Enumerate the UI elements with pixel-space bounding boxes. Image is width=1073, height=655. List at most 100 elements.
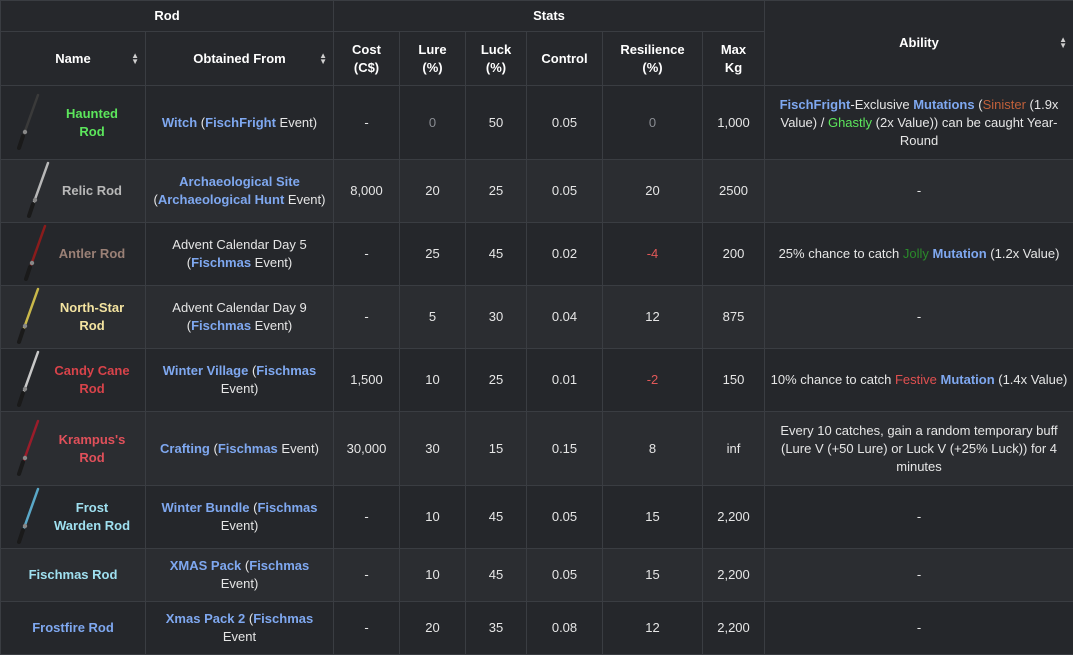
column-label-ability: Ability: [899, 35, 939, 50]
wiki-link[interactable]: Winter Bundle: [162, 500, 250, 515]
text-fragment: Event: [223, 629, 256, 644]
cell-cost: -: [334, 223, 400, 286]
cell-cost: -: [334, 602, 400, 655]
column-label-resilience: Resilience (%): [618, 41, 688, 77]
wiki-link[interactable]: Fischmas: [256, 363, 316, 378]
cell-lure: 10: [400, 486, 466, 549]
text-fragment: (1.2x Value): [987, 246, 1060, 261]
rod-name-link[interactable]: Relic Rod: [62, 182, 122, 200]
text-fragment: Event): [221, 518, 259, 533]
wiki-link[interactable]: Fischmas: [218, 441, 278, 456]
column-label-cost: Cost (C$): [347, 41, 387, 77]
cell-control: 0.05: [527, 160, 603, 223]
text-fragment: Event): [276, 115, 317, 130]
cell-resilience: 20: [603, 160, 703, 223]
cell-resilience: 15: [603, 549, 703, 602]
column-header-maxkg[interactable]: Max Kg: [703, 32, 765, 86]
cell-luck: 30: [466, 286, 527, 349]
column-header-obtained[interactable]: Obtained From▲▼: [146, 32, 334, 86]
cell-name: Haunted Rod: [1, 86, 146, 160]
cell-cost: -: [334, 486, 400, 549]
rods-table: Rod Stats Ability▲▼ Name▲▼ Obtained From…: [0, 0, 1073, 655]
cell-obtained: Witch (FischFright Event): [146, 86, 334, 160]
rod-name-link[interactable]: Frostfire Rod: [32, 619, 114, 637]
text-fragment: -: [917, 620, 921, 635]
cell-control: 0.05: [527, 86, 603, 160]
wiki-link[interactable]: XMAS Pack: [170, 558, 242, 573]
text-fragment: (: [210, 441, 218, 456]
cell-luck: 35: [466, 602, 527, 655]
cell-cost: -: [334, 549, 400, 602]
wiki-link[interactable]: Winter Village: [163, 363, 249, 378]
text-fragment: Event): [221, 576, 259, 591]
column-label-maxkg: Max Kg: [717, 41, 751, 77]
column-header-name[interactable]: Name▲▼: [1, 32, 146, 86]
table-row: Fischmas RodXMAS Pack (Fischmas Event)-1…: [1, 549, 1073, 602]
wiki-link[interactable]: Fischmas: [191, 255, 251, 270]
text-fragment: Ghastly: [828, 115, 872, 130]
column-header-control[interactable]: Control: [527, 32, 603, 86]
table-body: Haunted RodWitch (FischFright Event)-050…: [1, 86, 1073, 655]
text-fragment: -: [917, 567, 921, 582]
cell-resilience: 12: [603, 602, 703, 655]
wiki-link[interactable]: Archaeological Site: [179, 174, 300, 189]
cell-ability: 10% chance to catch Festive Mutation (1.…: [765, 349, 1073, 412]
cell-ability: -: [765, 549, 1073, 602]
cell-obtained: XMAS Pack (Fischmas Event): [146, 549, 334, 602]
wiki-link[interactable]: Fischmas: [257, 500, 317, 515]
column-label-luck: Luck (%): [476, 41, 516, 77]
cell-resilience: 8: [603, 412, 703, 486]
cell-ability: -: [765, 160, 1073, 223]
wiki-link[interactable]: Mutation: [933, 246, 987, 261]
cell-luck: 50: [466, 86, 527, 160]
column-header-ability[interactable]: Ability ▲▼: [765, 1, 1073, 86]
wiki-link[interactable]: Fischmas: [249, 558, 309, 573]
krampus-rod-icon: [14, 418, 42, 480]
cell-lure: 10: [400, 549, 466, 602]
wiki-link[interactable]: Witch: [162, 115, 197, 130]
text-fragment: Event): [278, 441, 319, 456]
rod-name-link[interactable]: North-Star Rod: [52, 299, 132, 335]
cell-maxkg: 2,200: [703, 549, 765, 602]
cell-luck: 25: [466, 160, 527, 223]
rod-name-link[interactable]: Frost Warden Rod: [52, 499, 132, 535]
table-row: Frost Warden Rod Winter Bundle (Fischmas …: [1, 486, 1073, 549]
cell-resilience: 12: [603, 286, 703, 349]
rod-name-link[interactable]: Haunted Rod: [52, 105, 132, 141]
cell-lure: 10: [400, 349, 466, 412]
rod-name-link[interactable]: Candy Cane Rod: [52, 362, 132, 398]
cell-lure: 20: [400, 602, 466, 655]
rod-name-link[interactable]: Fischmas Rod: [29, 566, 118, 584]
wiki-link[interactable]: Fischmas: [253, 611, 313, 626]
wiki-link[interactable]: Fischmas: [191, 318, 251, 333]
cell-control: 0.15: [527, 412, 603, 486]
wiki-link[interactable]: FischFright: [780, 97, 851, 112]
cell-resilience: -4: [603, 223, 703, 286]
wiki-link[interactable]: Mutation: [940, 372, 994, 387]
wiki-link[interactable]: Crafting: [160, 441, 210, 456]
text-fragment: Event): [284, 192, 325, 207]
cell-resilience: -2: [603, 349, 703, 412]
group-header-rod: Rod: [1, 1, 334, 32]
cell-resilience: 0: [603, 86, 703, 160]
wiki-link[interactable]: Archaeological Hunt: [158, 192, 284, 207]
rod-name-link[interactable]: Krampus's Rod: [52, 431, 132, 467]
text-fragment: (1.4x Value): [995, 372, 1068, 387]
cell-ability: -: [765, 486, 1073, 549]
wiki-link[interactable]: Mutations: [913, 97, 974, 112]
sort-icon: ▲▼: [1059, 37, 1067, 49]
column-header-lure[interactable]: Lure (%): [400, 32, 466, 86]
column-header-cost[interactable]: Cost (C$): [334, 32, 400, 86]
wiki-link[interactable]: Xmas Pack 2: [166, 611, 246, 626]
cell-name: Fischmas Rod: [1, 549, 146, 602]
rod-name-link[interactable]: Antler Rod: [59, 245, 125, 263]
cell-obtained: Winter Bundle (Fischmas Event): [146, 486, 334, 549]
column-header-luck[interactable]: Luck (%): [466, 32, 527, 86]
column-header-resilience[interactable]: Resilience (%): [603, 32, 703, 86]
text-fragment: Event): [251, 318, 292, 333]
text-fragment: Event): [221, 381, 259, 396]
wiki-link[interactable]: FischFright: [205, 115, 276, 130]
cell-ability: FischFright-Exclusive Mutations (Siniste…: [765, 86, 1073, 160]
cell-resilience: 15: [603, 486, 703, 549]
column-label-name: Name: [55, 51, 90, 66]
